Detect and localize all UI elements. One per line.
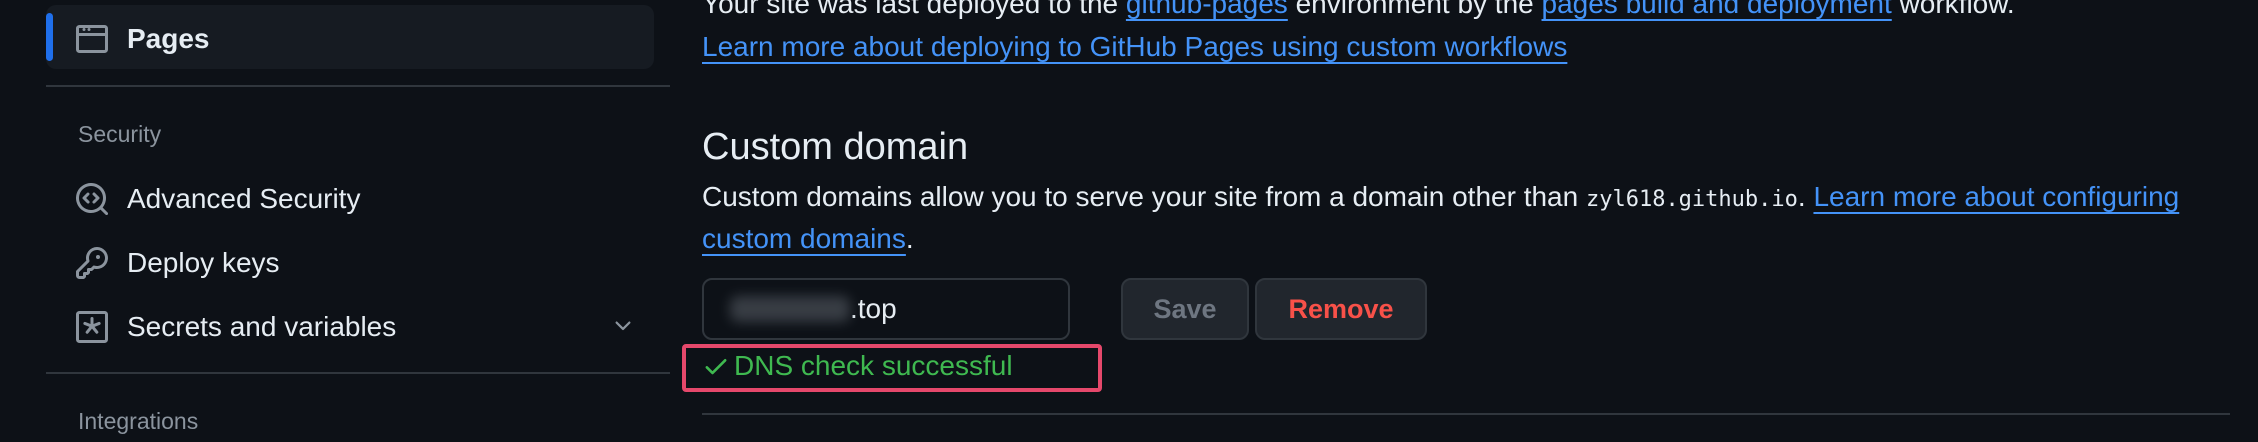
custom-domain-heading: Custom domain — [702, 126, 969, 168]
learn-more-custom-domains-link[interactable]: custom domains — [702, 223, 906, 254]
github-io-domain: zyl618.github.io — [1585, 187, 1798, 212]
custom-domain-input[interactable]: .top — [702, 278, 1070, 340]
section-divider — [702, 413, 2230, 415]
active-indicator — [46, 13, 53, 61]
learn-more-custom-workflows-link[interactable]: Learn more about deploying to GitHub Pag… — [702, 31, 1567, 62]
sidebar-item-label: Pages — [127, 23, 210, 54]
codescan-icon — [74, 181, 110, 217]
sidebar-heading-integrations: Integrations — [78, 408, 199, 434]
key-icon — [74, 245, 110, 281]
workflow-link[interactable]: pages build and deployment — [1542, 0, 1892, 19]
remove-button[interactable]: Remove — [1255, 278, 1427, 340]
deploy-text: Your site was last deployed to the — [702, 0, 1126, 19]
redacted-domain-part — [730, 296, 850, 322]
settings-page: Pages Security Advanced Security Deploy … — [0, 0, 2258, 442]
deploy-status-text: Your site was last deployed to the githu… — [702, 0, 2015, 24]
learn-more-custom-domains-link[interactable]: Learn more about configuring — [1813, 181, 2179, 212]
sidebar-item-label: Advanced Security — [127, 183, 361, 214]
custom-domain-description-cont: custom domains. — [702, 219, 914, 259]
sidebar-item-label: Deploy keys — [127, 247, 280, 278]
sidebar-item-label: Secrets and variables — [127, 311, 397, 342]
settings-sidebar: Pages Security Advanced Security Deploy … — [0, 0, 680, 442]
deploy-text: workflow. — [1891, 0, 2015, 19]
sidebar-divider — [46, 372, 670, 374]
domain-input-value: .top — [850, 293, 897, 324]
highlight-annotation — [682, 344, 1102, 392]
sidebar-item-secrets-and-variables[interactable]: Secrets and variables — [74, 299, 396, 355]
sidebar-item-deploy-keys[interactable]: Deploy keys — [74, 235, 280, 291]
custom-domain-description: Custom domains allow you to serve your s… — [702, 177, 2179, 220]
environment-link[interactable]: github-pages — [1126, 0, 1288, 19]
description-text: . — [1797, 181, 1814, 212]
deploy-learn-more: Learn more about deploying to GitHub Pag… — [702, 27, 1567, 67]
deploy-text: environment by the — [1287, 0, 1542, 19]
save-button[interactable]: Save — [1121, 278, 1249, 340]
description-text: . — [905, 223, 914, 254]
browser-icon — [74, 21, 110, 57]
chevron-down-icon[interactable] — [605, 308, 641, 344]
description-text: Custom domains allow you to serve your s… — [702, 181, 1586, 212]
asterisk-box-icon — [74, 309, 110, 345]
sidebar-divider — [46, 85, 670, 87]
sidebar-item-pages[interactable]: Pages — [74, 11, 210, 67]
sidebar-item-advanced-security[interactable]: Advanced Security — [74, 171, 360, 227]
sidebar-heading-security: Security — [78, 121, 162, 147]
